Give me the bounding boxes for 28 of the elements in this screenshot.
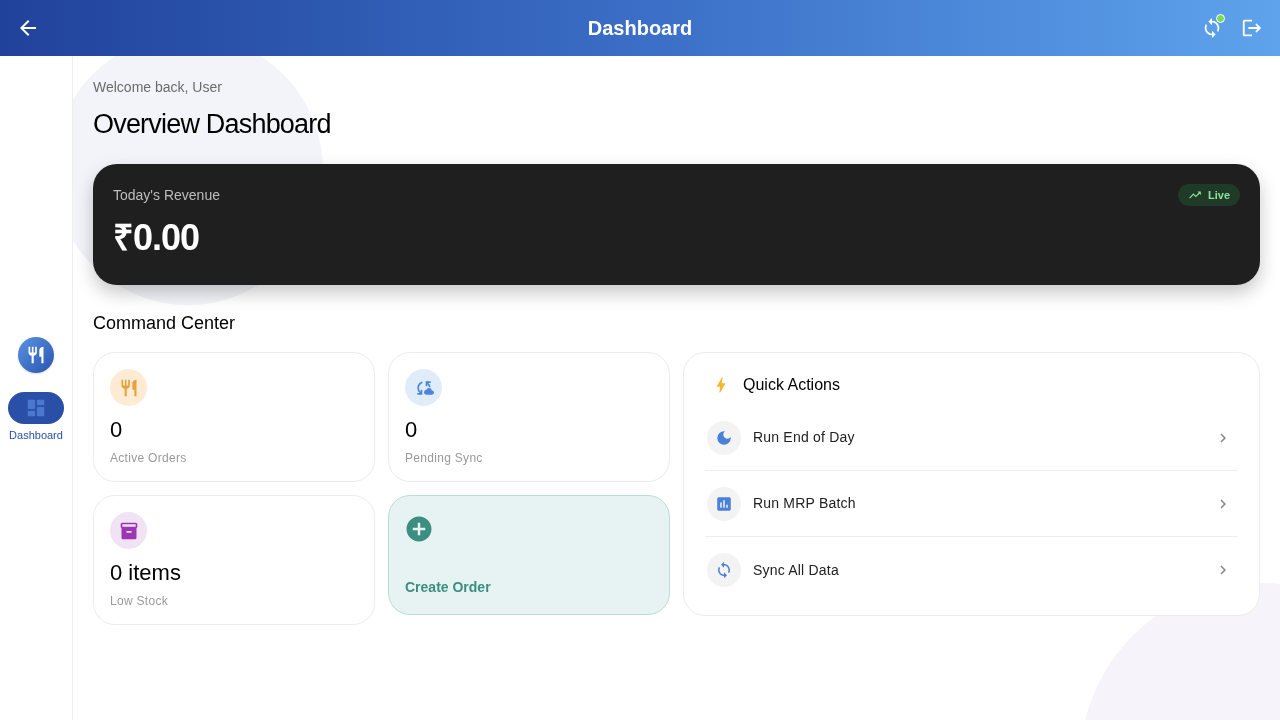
stat-value: 0 items <box>110 559 181 587</box>
nav-item[interactable]: Dashboard <box>8 392 64 442</box>
archive-box-icon <box>110 512 147 549</box>
page-title: Overview Dashboard <box>93 108 331 141</box>
app-bar-title: Dashboard <box>587 16 693 41</box>
bar-chart-icon <box>707 486 741 521</box>
logout-icon <box>1241 17 1263 39</box>
revenue-amount: ₹0.00 <box>113 218 200 258</box>
stat-label: Active Orders <box>110 450 187 466</box>
fork-knife-icon <box>26 345 46 365</box>
welcome-text: Welcome back, User <box>93 78 222 96</box>
revenue-label: Today's Revenue <box>113 186 220 204</box>
cloud-sync-icon <box>405 369 442 406</box>
stat-label: Pending Sync <box>405 450 483 466</box>
moon-icon <box>707 420 741 455</box>
stat-label: Low Stock <box>110 593 169 609</box>
dashboard-icon <box>8 392 64 424</box>
quick-actions-title: Quick Actions <box>743 375 840 395</box>
stat-value: 0 <box>405 416 418 444</box>
sync-icon <box>707 553 741 587</box>
quick-action-item[interactable]: Run MRP Batch <box>705 471 1238 537</box>
quick-action-item[interactable]: Run End of Day <box>705 405 1238 471</box>
quick-action-item[interactable]: Sync All Data <box>705 537 1238 603</box>
restaurant-fab[interactable] <box>18 337 54 373</box>
stat-value: 0 <box>110 416 123 444</box>
live-badge: Live <box>1178 184 1240 206</box>
section-title: Command Center <box>93 312 236 334</box>
fork-knife-icon <box>110 369 147 406</box>
